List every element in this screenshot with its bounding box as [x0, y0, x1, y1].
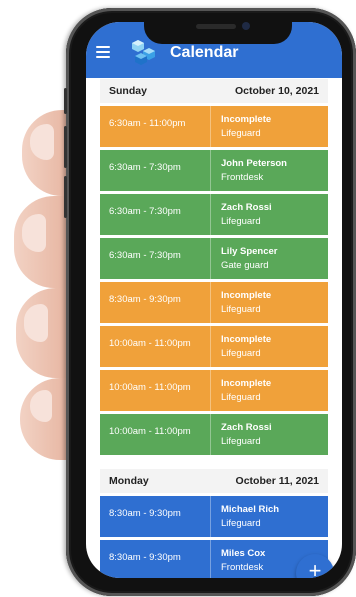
add-shift-button[interactable]: + [296, 554, 334, 578]
phone-notch [144, 18, 292, 44]
shift-role: Frontdesk [221, 172, 264, 183]
phone-screen: Calendar Sunday October 10, 2021 6:30am … [86, 22, 342, 578]
shift-row[interactable]: 10:00am - 11:00pm Incomplete Lifeguard [100, 326, 328, 367]
shift-time: 6:30am - 7:30pm [109, 250, 181, 261]
day-header: Sunday October 10, 2021 [100, 79, 328, 103]
shift-time: 8:30am - 9:30pm [109, 508, 181, 519]
shift-time: 10:00am - 11:00pm [109, 338, 191, 349]
shift-assignee: Zach Rossi [221, 422, 272, 433]
shift-role: Gate guard [221, 260, 269, 271]
speaker-grille [196, 24, 236, 29]
day-separator [100, 458, 328, 469]
shift-row[interactable]: 8:30am - 9:30pm Michael Rich Lifeguard [100, 496, 328, 537]
shift-assignee: Incomplete [221, 290, 272, 301]
shift-role: Lifeguard [221, 518, 261, 529]
day-name: Monday [109, 475, 149, 487]
front-camera [242, 22, 250, 30]
day-header: Monday October 11, 2021 [100, 469, 328, 493]
shift-assignee: John Peterson [221, 158, 287, 169]
shift-row[interactable]: 10:00am - 11:00pm Incomplete Lifeguard [100, 370, 328, 411]
shift-row[interactable]: 8:30am - 9:30pm Miles Cox Frontdesk [100, 540, 328, 578]
shift-time: 6:30am - 7:30pm [109, 162, 181, 173]
shift-time: 10:00am - 11:00pm [109, 426, 191, 437]
shift-time: 6:30am - 7:30pm [109, 206, 181, 217]
shift-row[interactable]: 8:30am - 9:30pm Incomplete Lifeguard [100, 282, 328, 323]
fingernail [22, 214, 46, 252]
shift-assignee: Incomplete [221, 114, 272, 125]
shift-list: Sunday October 10, 2021 6:30am - 11:00pm… [100, 79, 328, 578]
shift-row[interactable]: 10:00am - 11:00pm Zach Rossi Lifeguard [100, 414, 328, 455]
menu-icon[interactable] [96, 46, 110, 58]
volume-button [64, 176, 67, 218]
day-name: Sunday [109, 85, 147, 97]
shift-role: Lifeguard [221, 128, 261, 139]
plus-icon: + [308, 558, 322, 578]
day-date: October 10, 2021 [234, 85, 319, 97]
shift-assignee: Incomplete [221, 334, 272, 345]
fingernail [24, 304, 48, 342]
fingernail [30, 390, 52, 422]
shift-row[interactable]: 6:30am - 7:30pm Zach Rossi Lifeguard [100, 194, 328, 235]
shift-time: 8:30am - 9:30pm [109, 552, 181, 563]
shift-row[interactable]: 6:30am - 7:30pm Lily Spencer Gate guard [100, 238, 328, 279]
shift-role: Lifeguard [221, 304, 261, 315]
shift-time: 8:30am - 9:30pm [109, 294, 181, 305]
volume-button [64, 88, 67, 114]
shift-time: 10:00am - 11:00pm [109, 382, 191, 393]
fingernail [30, 124, 54, 160]
shift-role: Lifeguard [221, 348, 261, 359]
shift-assignee: Michael Rich [221, 504, 280, 515]
shift-role: Lifeguard [221, 216, 261, 227]
day-date: October 11, 2021 [235, 475, 319, 487]
shift-assignee: Zach Rossi [221, 202, 272, 213]
shift-time: 6:30am - 11:00pm [109, 118, 186, 129]
volume-button [64, 126, 67, 168]
shift-role: Lifeguard [221, 436, 261, 447]
shift-assignee: Lily Spencer [221, 246, 278, 257]
shift-row[interactable]: 6:30am - 7:30pm John Peterson Frontdesk [100, 150, 328, 191]
app-title: Calendar [170, 44, 239, 61]
shift-assignee: Incomplete [221, 378, 272, 389]
shift-role: Lifeguard [221, 392, 261, 403]
shift-row[interactable]: 6:30am - 11:00pm Incomplete Lifeguard [100, 106, 328, 147]
